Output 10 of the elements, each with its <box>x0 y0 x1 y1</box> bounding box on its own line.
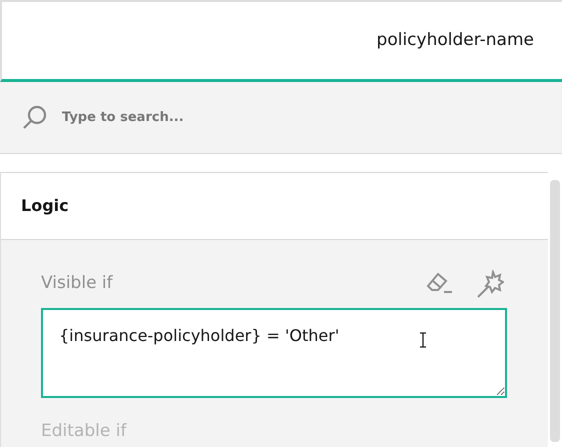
search-field[interactable]: Type to search... <box>60 106 360 128</box>
question-name: policyholder-name <box>376 28 534 52</box>
text-cursor-icon <box>419 332 427 348</box>
property-label: Editable if <box>41 420 126 443</box>
property-label: Visible if <box>41 272 113 296</box>
magic-wand-icon[interactable] <box>476 270 504 298</box>
scrollbar[interactable] <box>550 180 560 442</box>
search-icon <box>22 104 48 130</box>
expression-field[interactable]: {insurance-policyholder} = 'Other' <box>41 308 507 398</box>
eraser-icon[interactable] <box>424 270 454 296</box>
